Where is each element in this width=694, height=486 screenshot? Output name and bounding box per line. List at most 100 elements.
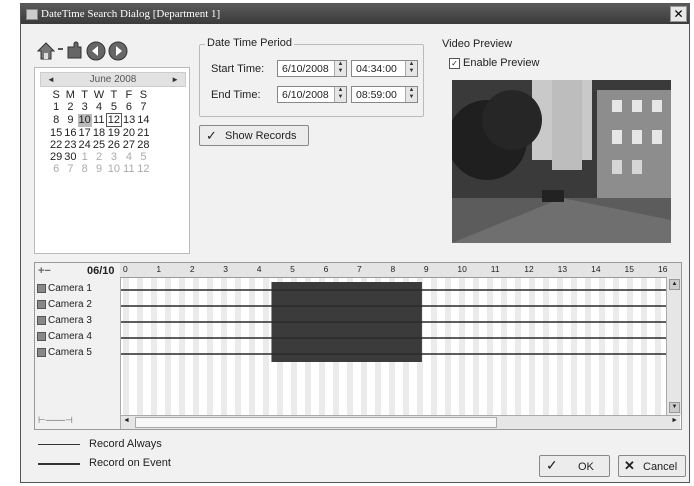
zoom-slider[interactable]: ⊢───⊣ bbox=[38, 415, 73, 426]
calendar-day[interactable]: 3 bbox=[106, 151, 121, 163]
puzzle-icon[interactable] bbox=[65, 41, 83, 61]
calendar-day[interactable]: 14 bbox=[136, 114, 150, 127]
hour-tick-label: 15 bbox=[624, 264, 634, 274]
calendar-day[interactable]: 8 bbox=[49, 114, 63, 127]
hour-tick-label: 14 bbox=[591, 264, 601, 274]
record-on-event-line-icon bbox=[38, 463, 80, 465]
calendar-day[interactable]: 11 bbox=[122, 163, 137, 175]
end-time-value: 08:59:00 bbox=[356, 89, 397, 101]
cancel-button[interactable]: ✕ Cancel bbox=[618, 455, 686, 477]
calendar-day[interactable]: 27 bbox=[122, 139, 137, 151]
spin-down-icon[interactable]: ▼ bbox=[335, 94, 346, 101]
spin-up-icon[interactable]: ▲ bbox=[406, 61, 417, 68]
calendar-day[interactable]: 17 bbox=[78, 127, 92, 140]
scroll-up-icon[interactable]: ▲ bbox=[669, 279, 680, 290]
scroll-down-icon[interactable]: ▼ bbox=[669, 402, 680, 413]
calendar-day[interactable]: 6 bbox=[49, 163, 63, 175]
camera-row-label[interactable]: Camera 1 bbox=[37, 283, 119, 295]
calendar-week-row: 29 30 1 2 3 4 5 bbox=[49, 151, 151, 163]
hour-tick-label: 6 bbox=[323, 264, 329, 274]
calendar-day[interactable]: 23 bbox=[63, 139, 77, 151]
calendar-day[interactable]: 5 bbox=[136, 151, 150, 163]
start-time-label: Start Time: bbox=[211, 63, 265, 75]
calendar-day[interactable]: 20 bbox=[122, 127, 137, 140]
calendar-day[interactable]: 7 bbox=[63, 163, 77, 175]
weekday-header: W bbox=[93, 89, 105, 101]
previous-arrow-icon[interactable] bbox=[86, 41, 106, 61]
grid-stripe bbox=[613, 278, 619, 415]
spin-up-icon[interactable]: ▲ bbox=[406, 87, 417, 94]
calendar-day[interactable]: 9 bbox=[63, 114, 77, 127]
vertical-scrollbar[interactable]: ▲ ▼ bbox=[666, 277, 681, 415]
zoom-plus-minus-icon[interactable]: +− bbox=[38, 265, 51, 277]
calendar-day[interactable]: 21 bbox=[136, 127, 150, 140]
calendar-day[interactable]: 9 bbox=[92, 163, 107, 175]
camera-row-label[interactable]: Camera 4 bbox=[37, 331, 119, 343]
calendar-day[interactable]: 26 bbox=[106, 139, 121, 151]
camera-row-label[interactable]: Camera 5 bbox=[37, 347, 119, 359]
calendar-day[interactable]: 18 bbox=[92, 127, 107, 140]
calendar-day[interactable]: 8 bbox=[78, 163, 92, 175]
grid-stripe bbox=[501, 278, 507, 415]
timeline-chart[interactable] bbox=[121, 278, 666, 415]
next-arrow-icon[interactable] bbox=[108, 41, 128, 61]
camera-row-label[interactable]: Camera 3 bbox=[37, 315, 119, 327]
start-date-field[interactable]: 6/10/2008 ▲ ▼ bbox=[277, 60, 347, 77]
spin-down-icon[interactable]: ▼ bbox=[406, 94, 417, 101]
calendar-day[interactable]: 13 bbox=[122, 114, 137, 127]
calendar-day[interactable]: 19 bbox=[106, 127, 121, 140]
hour-tick-label: 7 bbox=[357, 264, 362, 274]
hour-tick-label: 16 bbox=[657, 264, 668, 274]
start-time-field[interactable]: 04:34:00 ▲ ▼ bbox=[351, 60, 418, 77]
scroll-left-icon[interactable]: ◄ bbox=[123, 417, 130, 424]
show-records-button[interactable]: ✓ Show Records bbox=[199, 125, 309, 146]
camera-row-label[interactable]: Camera 2 bbox=[37, 299, 119, 311]
calendar-day[interactable]: 1 bbox=[78, 151, 92, 163]
calendar-day[interactable]: 4 bbox=[122, 151, 137, 163]
calendar-day[interactable]: 10 bbox=[77, 113, 92, 127]
calendar-day[interactable]: 15 bbox=[49, 127, 63, 140]
calendar-day[interactable]: 2 bbox=[92, 151, 107, 163]
calendar-day[interactable]: 30 bbox=[63, 151, 77, 163]
calendar-day[interactable]: 2 bbox=[63, 101, 77, 114]
calendar-day[interactable]: 7 bbox=[136, 101, 150, 114]
horizontal-scrollbar[interactable]: ◄ ► bbox=[121, 415, 680, 429]
calendar-day[interactable]: 5 bbox=[106, 101, 121, 114]
calendar-day[interactable]: 29 bbox=[49, 151, 63, 163]
scroll-thumb[interactable] bbox=[135, 417, 497, 428]
end-date-spinner[interactable]: ▲ ▼ bbox=[334, 87, 346, 102]
spin-up-icon[interactable]: ▲ bbox=[335, 87, 346, 94]
spin-down-icon[interactable]: ▼ bbox=[406, 68, 417, 75]
calendar-day[interactable]: 16 bbox=[63, 127, 77, 140]
calendar-day[interactable]: 24 bbox=[78, 139, 92, 151]
camera-name: Camera 1 bbox=[48, 283, 92, 294]
end-date-field[interactable]: 6/10/2008 ▲ ▼ bbox=[277, 86, 347, 103]
calendar-day[interactable]: 12 bbox=[105, 113, 123, 127]
end-time-field[interactable]: 08:59:00 ▲ ▼ bbox=[351, 86, 418, 103]
calendar-next-month-button[interactable]: ► bbox=[171, 73, 179, 86]
home-icon[interactable] bbox=[36, 41, 56, 61]
start-time-spinner[interactable]: ▲ ▼ bbox=[405, 61, 417, 76]
ok-button[interactable]: ✓ OK bbox=[539, 455, 610, 477]
calendar-day[interactable]: 25 bbox=[92, 139, 107, 151]
cancel-x-icon: ✕ bbox=[624, 458, 635, 473]
calendar-day[interactable]: 10 bbox=[106, 163, 121, 175]
calendar-day[interactable]: 11 bbox=[92, 114, 107, 127]
end-time-spinner[interactable]: ▲ ▼ bbox=[405, 87, 417, 102]
spin-up-icon[interactable]: ▲ bbox=[335, 61, 346, 68]
calendar-day[interactable]: 12 bbox=[136, 163, 150, 175]
hour-tick-label: 2 bbox=[189, 264, 195, 274]
close-button[interactable]: ✕ bbox=[670, 6, 687, 22]
camera-name: Camera 4 bbox=[48, 331, 92, 342]
calendar-day[interactable]: 22 bbox=[49, 139, 63, 151]
calendar-day[interactable]: 6 bbox=[122, 101, 137, 114]
calendar-prev-month-button[interactable]: ◄ bbox=[47, 73, 55, 86]
spin-down-icon[interactable]: ▼ bbox=[335, 68, 346, 75]
start-date-spinner[interactable]: ▲ ▼ bbox=[334, 61, 346, 76]
calendar-day[interactable]: 4 bbox=[92, 101, 107, 114]
calendar-day[interactable]: 3 bbox=[78, 101, 92, 114]
scroll-right-icon[interactable]: ► bbox=[671, 417, 678, 424]
enable-preview-checkbox[interactable]: ✓ bbox=[449, 58, 460, 69]
calendar-day[interactable]: 28 bbox=[136, 139, 150, 151]
calendar-day[interactable]: 1 bbox=[49, 101, 63, 114]
